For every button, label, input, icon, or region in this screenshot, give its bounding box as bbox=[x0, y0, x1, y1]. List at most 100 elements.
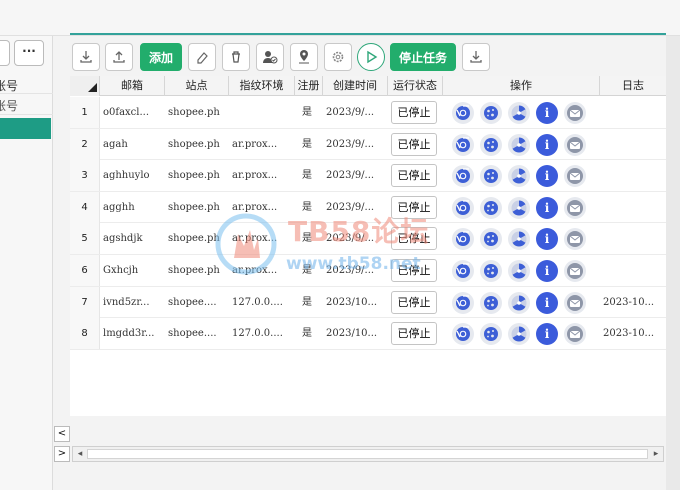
cookie-icon[interactable] bbox=[480, 291, 502, 314]
col-email[interactable]: 邮箱 bbox=[100, 76, 165, 96]
info-icon[interactable]: i bbox=[536, 228, 558, 251]
col-site[interactable]: 站点 bbox=[165, 76, 229, 96]
info-icon[interactable]: i bbox=[536, 260, 558, 282]
table-row[interactable]: 2 agah shopee.ph ar.prox... 是 2023/9/... 已停止 i bbox=[70, 128, 666, 161]
add-button[interactable]: 添加 bbox=[140, 43, 182, 71]
left-list-item[interactable]: 账号 bbox=[0, 95, 53, 115]
table-row[interactable]: 7 ivnd5zr... shopee.... 127.0.0.... 是 2023/10… bbox=[70, 286, 666, 319]
col-log[interactable]: 日志 bbox=[600, 76, 666, 96]
status-button[interactable]: 已停止 bbox=[391, 195, 437, 219]
chrome-icon[interactable] bbox=[452, 291, 474, 314]
table-row[interactable]: 1 o0faxcl... shopee.ph 是 2023/9/... 已停止 i bbox=[70, 97, 666, 129]
info-icon[interactable]: i bbox=[536, 196, 558, 219]
fan-icon[interactable] bbox=[508, 323, 530, 346]
cookie-icon[interactable] bbox=[480, 133, 502, 156]
cell-created-time: 2023/9/... bbox=[326, 233, 375, 245]
col-created-time[interactable]: 创建时间 bbox=[323, 76, 388, 96]
mail-icon[interactable] bbox=[564, 228, 586, 251]
chrome-icon[interactable] bbox=[452, 323, 474, 346]
table-row[interactable]: 3 aghhuylo shopee.ph ar.prox... 是 2023/9/... 已… bbox=[70, 160, 666, 192]
cookie-icon[interactable] bbox=[480, 260, 502, 282]
cookie-icon[interactable] bbox=[480, 102, 502, 124]
start-button[interactable] bbox=[357, 43, 385, 71]
cell-email: agghh bbox=[103, 201, 135, 213]
chrome-icon[interactable] bbox=[452, 260, 474, 282]
delete-button[interactable] bbox=[222, 43, 250, 71]
mail-icon[interactable] bbox=[564, 133, 586, 156]
row-number: 6 bbox=[70, 255, 100, 286]
col-fingerprint-env[interactable]: 指纹环境 bbox=[229, 76, 295, 96]
scroll-right-button[interactable]: > bbox=[54, 446, 70, 462]
chrome-icon[interactable] bbox=[452, 196, 474, 219]
chrome-icon[interactable] bbox=[452, 102, 474, 124]
fan-icon[interactable] bbox=[508, 291, 530, 314]
active-tab-underline bbox=[70, 33, 666, 35]
col-registered[interactable]: 注册 bbox=[295, 76, 323, 96]
status-button[interactable]: 已停止 bbox=[391, 227, 437, 251]
info-icon[interactable]: i bbox=[536, 323, 558, 346]
info-icon[interactable]: i bbox=[536, 102, 558, 124]
horizontal-scrollbar[interactable]: ◂ ▸ bbox=[72, 446, 664, 462]
status-button[interactable]: 已停止 bbox=[391, 290, 437, 314]
cell-log bbox=[603, 223, 665, 254]
chrome-icon[interactable] bbox=[452, 165, 474, 188]
cell-created-time: 2023/10... bbox=[326, 328, 378, 340]
import-button[interactable] bbox=[72, 43, 100, 71]
cell-site: shopee.ph bbox=[168, 265, 220, 276]
location-button[interactable] bbox=[290, 43, 318, 71]
hscroll-left-arrow-icon[interactable]: ◂ bbox=[74, 448, 86, 460]
edit-button[interactable] bbox=[188, 43, 216, 71]
cell-email: lmgdd3r... bbox=[103, 328, 155, 340]
fan-icon[interactable] bbox=[508, 260, 530, 282]
info-icon[interactable]: i bbox=[536, 133, 558, 156]
mail-icon[interactable] bbox=[564, 323, 586, 346]
mail-icon[interactable] bbox=[564, 260, 586, 282]
status-button[interactable]: 已停止 bbox=[391, 132, 437, 156]
download-button[interactable] bbox=[462, 43, 490, 71]
cookie-icon[interactable] bbox=[480, 323, 502, 346]
table-row[interactable]: 6 Gxhcjh shopee.ph ar.prox... 是 2023/9/... 已停止… bbox=[70, 255, 666, 287]
left-list-item-selected[interactable] bbox=[0, 118, 51, 139]
fan-icon[interactable] bbox=[508, 133, 530, 156]
status-button[interactable]: 已停止 bbox=[391, 101, 437, 124]
cell-site: shopee.ph bbox=[168, 170, 220, 182]
cookie-icon[interactable] bbox=[480, 165, 502, 188]
scroll-left-button[interactable]: < bbox=[54, 426, 70, 442]
select-all-corner[interactable] bbox=[70, 76, 100, 96]
fan-icon[interactable] bbox=[508, 228, 530, 251]
export-button[interactable] bbox=[105, 43, 133, 71]
cookie-icon[interactable] bbox=[480, 228, 502, 251]
table-row[interactable]: 5 agshdjk shopee.ph ar.prox... 是 2023/9/... 已停… bbox=[70, 223, 666, 255]
fan-icon[interactable] bbox=[508, 102, 530, 124]
cell-fingerprint-env: 127.0.0.... bbox=[232, 328, 283, 340]
hscroll-right-arrow-icon[interactable]: ▸ bbox=[650, 448, 662, 460]
status-button[interactable]: 已停止 bbox=[391, 164, 437, 188]
cookie-icon[interactable] bbox=[480, 196, 502, 219]
status-button[interactable]: 已停止 bbox=[391, 259, 437, 282]
stop-task-button[interactable]: 停止任务 bbox=[390, 43, 456, 71]
mail-icon[interactable] bbox=[564, 291, 586, 314]
mail-icon[interactable] bbox=[564, 165, 586, 188]
status-button[interactable]: 已停止 bbox=[391, 322, 437, 346]
mail-icon[interactable] bbox=[564, 196, 586, 219]
fan-icon[interactable] bbox=[508, 165, 530, 188]
map-pin-icon bbox=[299, 50, 309, 64]
table-row[interactable]: 4 agghh shopee.ph ar.prox... 是 2023/9/... 已停止 i bbox=[70, 191, 666, 224]
chrome-icon[interactable] bbox=[452, 133, 474, 156]
cell-log: 2023-10... bbox=[603, 296, 655, 308]
cell-email: o0faxcl... bbox=[103, 107, 150, 118]
left-panel-button[interactable] bbox=[0, 40, 10, 66]
info-icon[interactable]: i bbox=[536, 165, 558, 188]
user-check-button[interactable] bbox=[256, 43, 284, 71]
hscroll-thumb[interactable] bbox=[87, 449, 648, 459]
settings-button[interactable] bbox=[324, 43, 352, 71]
fan-icon[interactable] bbox=[508, 196, 530, 219]
upload-icon bbox=[113, 51, 125, 63]
more-button[interactable]: ··· bbox=[14, 40, 44, 66]
col-actions[interactable]: 操作 bbox=[443, 76, 600, 96]
table-row[interactable]: 8 lmgdd3r... shopee.... 127.0.0.... 是 2023/10… bbox=[70, 318, 666, 350]
chrome-icon[interactable] bbox=[452, 228, 474, 251]
mail-icon[interactable] bbox=[564, 102, 586, 124]
col-run-status[interactable]: 运行状态 bbox=[388, 76, 443, 96]
info-icon[interactable]: i bbox=[536, 291, 558, 314]
